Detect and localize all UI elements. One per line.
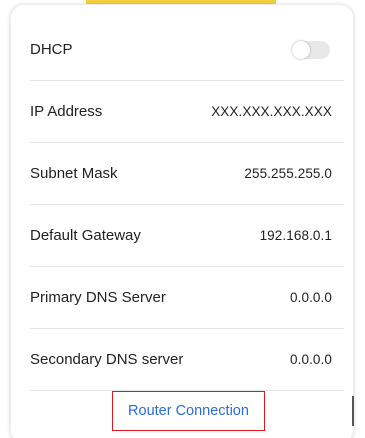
subnet-mask-label: Subnet Mask [30,165,118,182]
default-gateway-value: 192.168.0.1 [259,228,332,243]
default-gateway-row[interactable]: Default Gateway 192.168.0.1 [30,205,344,267]
secondary-dns-row[interactable]: Secondary DNS server 0.0.0.0 [30,329,344,391]
secondary-dns-value: 0.0.0.0 [290,352,332,367]
ip-address-row[interactable]: IP Address XXX.XXX.XXX.XXX [30,81,344,143]
dhcp-row: DHCP [30,19,344,81]
toggle-knob [292,40,310,59]
secondary-dns-label: Secondary DNS server [30,351,184,368]
primary-dns-label: Primary DNS Server [30,289,166,306]
primary-dns-row[interactable]: Primary DNS Server 0.0.0.0 [30,267,344,329]
ip-address-value: XXX.XXX.XXX.XXX [211,104,332,119]
subnet-mask-value: 255.255.255.0 [244,166,332,181]
network-settings-page: DHCP IP Address XXX.XXX.XXX.XXX Subnet M… [0,0,365,438]
subnet-mask-row[interactable]: Subnet Mask 255.255.255.0 [30,143,344,205]
default-gateway-label: Default Gateway [30,227,141,244]
dhcp-label: DHCP [30,41,73,58]
scroll-indicator [352,396,354,426]
dhcp-toggle[interactable] [292,40,330,59]
ip-address-label: IP Address [30,103,103,120]
router-connection-link[interactable]: Router Connection [112,391,265,431]
primary-dns-value: 0.0.0.0 [290,290,332,305]
